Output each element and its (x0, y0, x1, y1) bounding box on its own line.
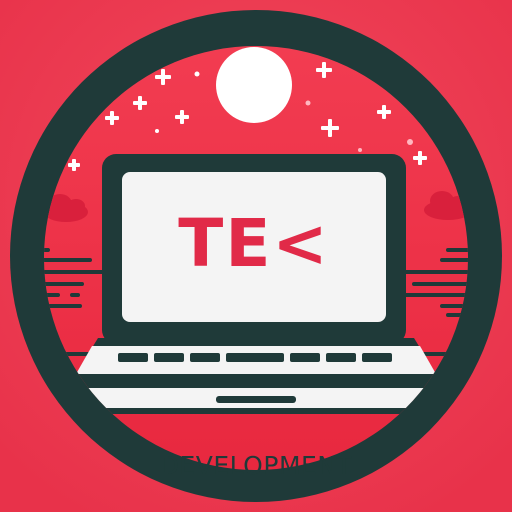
sparkle-dot (155, 129, 159, 133)
laptop-icon (66, 154, 446, 414)
logo-artwork: TE< DEVELOPMENT (0, 0, 512, 512)
laptop-keys (118, 353, 392, 362)
sparkle-dot (358, 148, 362, 152)
caption-text: DEVELOPMENT (160, 451, 353, 480)
sparkle-dot (305, 100, 311, 106)
laptop-trackpad-notch (216, 396, 296, 403)
sparkle-dot (407, 139, 413, 145)
logo-badge: TE< DEVELOPMENT (0, 0, 512, 512)
sun-icon (216, 47, 292, 123)
sparkle-dot (194, 71, 200, 77)
wordmark-text: TE< (178, 205, 329, 282)
